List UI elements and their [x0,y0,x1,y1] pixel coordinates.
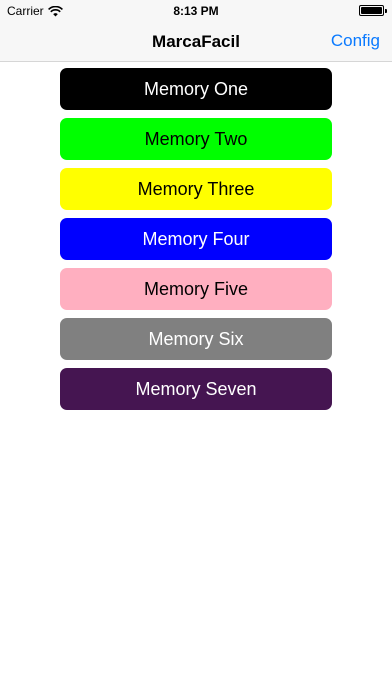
top-bar: Carrier 8:13 PM MarcaFacil Config [0,0,392,62]
memory-three-button[interactable]: Memory Three [60,168,332,210]
memory-two-button[interactable]: Memory Two [60,118,332,160]
memory-four-button[interactable]: Memory Four [60,218,332,260]
app-screen: Carrier 8:13 PM MarcaFacil Config Memory… [0,0,392,696]
memory-six-button[interactable]: Memory Six [60,318,332,360]
battery-tip [385,9,387,13]
memory-list: Memory One Memory Two Memory Three Memor… [60,68,332,410]
navigation-bar: MarcaFacil Config [0,22,392,62]
memory-one-button[interactable]: Memory One [60,68,332,110]
battery-fill [361,7,382,14]
status-bar: Carrier 8:13 PM [0,0,392,22]
battery-icon [359,5,387,16]
memory-five-button[interactable]: Memory Five [60,268,332,310]
config-button[interactable]: Config [331,31,380,51]
clock-time: 8:13 PM [173,4,219,18]
memory-seven-button[interactable]: Memory Seven [60,368,332,410]
